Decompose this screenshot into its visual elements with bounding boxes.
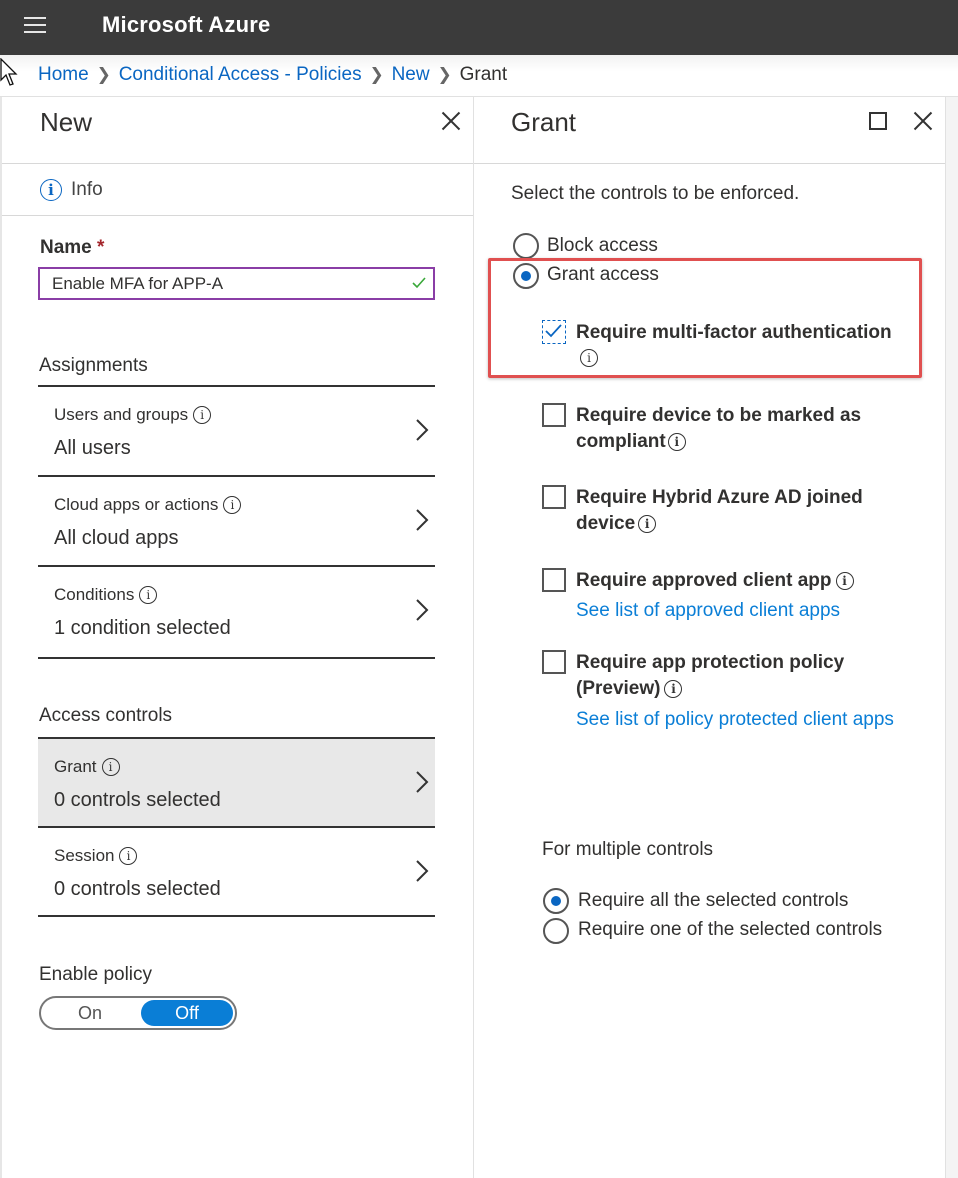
- nav-title-text: Grant: [54, 757, 97, 776]
- info-icon[interactable]: i: [223, 496, 242, 514]
- checkbox-mfa[interactable]: [542, 320, 566, 344]
- radio-require-all[interactable]: [543, 888, 569, 914]
- scroll-gutter: [946, 97, 958, 1178]
- nav-cloud-apps[interactable]: Cloud apps or actions i All cloud apps: [38, 477, 435, 567]
- label-text: (Preview): [576, 678, 661, 699]
- radio-require-one[interactable]: [543, 918, 569, 944]
- access-controls-heading: Access controls: [39, 705, 173, 726]
- divider: [2, 215, 473, 216]
- nav-title-text: Session: [54, 846, 115, 865]
- checkbox-app-protection[interactable]: [542, 650, 566, 674]
- checkbox-hybrid-joined[interactable]: [542, 485, 566, 509]
- nav-title: Session i: [54, 846, 138, 866]
- nav-title: Conditions i: [54, 585, 158, 605]
- valid-check-icon: [412, 277, 426, 289]
- nav-session[interactable]: Session i 0 controls selected: [38, 828, 435, 917]
- divider: [474, 163, 945, 164]
- approved-apps-link[interactable]: See list of approved client apps: [576, 600, 840, 622]
- nav-users-and-groups[interactable]: Users and groups i All users: [38, 385, 435, 477]
- nav-value: All users: [54, 437, 131, 459]
- required-marker: *: [97, 237, 105, 258]
- nav-value: 1 condition selected: [54, 617, 231, 639]
- info-icon[interactable]: i: [119, 847, 138, 865]
- nav-value: All cloud apps: [54, 527, 179, 549]
- info-icon[interactable]: i: [139, 586, 158, 604]
- info-icon[interactable]: i: [664, 680, 683, 698]
- info-icon: i: [40, 179, 62, 201]
- chevron-right-icon: [416, 419, 429, 441]
- checkbox-app-protection-label[interactable]: Require app protection policy: [576, 650, 844, 676]
- blade-title: New: [40, 107, 93, 137]
- highlight-box: [488, 258, 922, 378]
- checkbox-compliant-label-cont[interactable]: compliant i: [576, 429, 686, 455]
- label-text: compliant: [576, 431, 666, 452]
- grant-instruction: Select the controls to be enforced.: [511, 183, 800, 204]
- blade-title: Grant: [511, 107, 577, 137]
- maximize-icon[interactable]: [869, 112, 887, 130]
- protected-apps-link[interactable]: See list of policy protected client apps: [576, 709, 894, 731]
- radio-block-access[interactable]: [513, 233, 539, 259]
- top-bar: Microsoft Azure: [0, 0, 958, 55]
- radio-require-one-label[interactable]: Require one of the selected controls: [578, 919, 882, 941]
- checkbox-mfa-label[interactable]: Require multi-factor authentication: [576, 320, 892, 346]
- chevron-right-icon: [416, 771, 429, 793]
- radio-require-all-label[interactable]: Require all the selected controls: [578, 890, 848, 912]
- enable-policy-toggle[interactable]: On Off: [39, 996, 237, 1030]
- divider: [2, 163, 473, 164]
- multiple-controls-label: For multiple controls: [542, 839, 714, 860]
- checkbox-compliant-device[interactable]: [542, 403, 566, 427]
- info-link[interactable]: i Info: [40, 179, 103, 201]
- name-label: Name *: [40, 237, 104, 259]
- checkbox-approved-label[interactable]: Require approved client app i: [576, 568, 854, 594]
- checkbox-hybrid-label[interactable]: Require Hybrid Azure AD joined: [576, 485, 863, 511]
- checkbox-app-protection-label-cont[interactable]: (Preview) i: [576, 676, 683, 702]
- name-label-text: Name: [40, 237, 92, 258]
- checkbox-hybrid-label-cont[interactable]: device i: [576, 511, 657, 537]
- assignments-heading: Assignments: [39, 355, 148, 376]
- info-icon[interactable]: i: [101, 758, 120, 776]
- nav-title-text: Conditions: [54, 585, 135, 604]
- nav-value: 0 controls selected: [54, 878, 221, 900]
- breadcrumb-new[interactable]: New: [392, 64, 430, 86]
- nav-title-text: Cloud apps or actions: [54, 495, 219, 514]
- chevron-right-icon: [416, 599, 429, 621]
- nav-title: Users and groups i: [54, 405, 212, 425]
- nav-title-text: Users and groups: [54, 405, 189, 424]
- info-label: Info: [71, 179, 103, 200]
- breadcrumb-conditional-access[interactable]: Conditional Access - Policies: [119, 64, 362, 86]
- nav-conditions[interactable]: Conditions i 1 condition selected: [38, 567, 435, 659]
- nav-title: Grant i: [54, 757, 120, 777]
- info-icon[interactable]: i: [580, 349, 598, 367]
- breadcrumb: Home ❯ Conditional Access - Policies ❯ N…: [38, 64, 507, 86]
- toggle-on-option[interactable]: On: [41, 998, 139, 1028]
- chevron-right-icon: [416, 509, 429, 531]
- info-icon[interactable]: i: [667, 433, 686, 451]
- mouse-cursor-icon: [0, 58, 18, 86]
- checkbox-approved-client-app[interactable]: [542, 568, 566, 592]
- toggle-off-option[interactable]: Off: [141, 1000, 233, 1026]
- menu-icon[interactable]: [24, 17, 48, 35]
- chevron-right-icon: ❯: [437, 65, 452, 84]
- app-title[interactable]: Microsoft Azure: [102, 12, 270, 38]
- info-icon[interactable]: i: [193, 406, 212, 424]
- nav-value: 0 controls selected: [54, 789, 221, 811]
- close-icon[interactable]: [440, 110, 462, 132]
- nav-title: Cloud apps or actions i: [54, 495, 242, 515]
- info-icon[interactable]: i: [638, 515, 657, 533]
- chevron-right-icon: [416, 860, 429, 882]
- breadcrumb-home[interactable]: Home: [38, 64, 89, 86]
- close-icon[interactable]: [912, 110, 934, 132]
- radio-block-access-label[interactable]: Block access: [547, 235, 658, 257]
- checkmark-icon: [545, 324, 562, 338]
- breadcrumb-grant: Grant: [459, 64, 508, 85]
- chevron-right-icon: ❯: [369, 65, 384, 84]
- nav-grant[interactable]: Grant i 0 controls selected: [38, 737, 435, 828]
- info-icon[interactable]: i: [835, 572, 854, 590]
- policy-name-input[interactable]: [38, 267, 435, 300]
- label-text: Require approved client app: [576, 570, 832, 591]
- checkbox-compliant-label[interactable]: Require device to be marked as: [576, 403, 861, 429]
- chevron-right-icon: ❯: [96, 65, 111, 84]
- label-text: device: [576, 513, 636, 534]
- enable-policy-label: Enable policy: [39, 964, 153, 985]
